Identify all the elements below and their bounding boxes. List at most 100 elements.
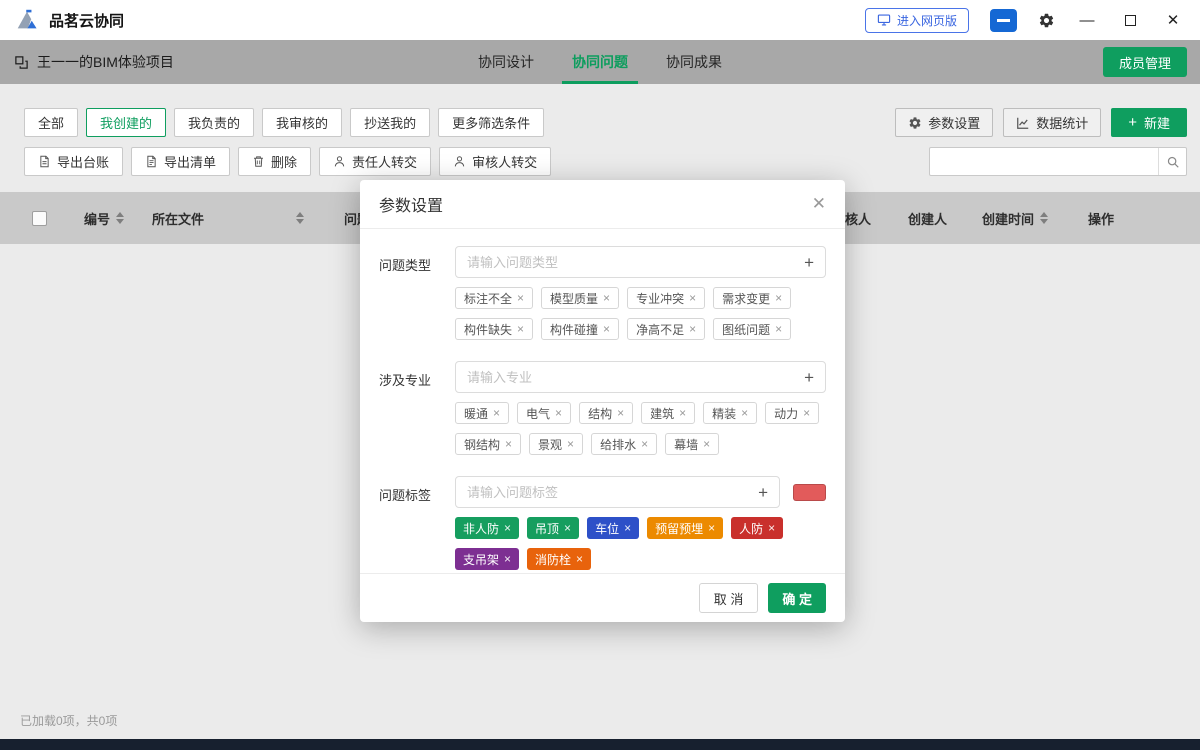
tag-remove-icon[interactable]: × xyxy=(775,291,782,305)
add-icon[interactable]: + xyxy=(804,369,814,386)
tag[interactable]: 净高不足× xyxy=(627,318,705,340)
enter-web-version-button[interactable]: 进入网页版 xyxy=(865,8,969,33)
column-header-create-time[interactable]: 创建时间 xyxy=(982,192,1048,244)
colored-tag[interactable]: 消防栓× xyxy=(527,548,591,570)
window-maximize-button[interactable] xyxy=(1119,8,1141,32)
issue-tag-input[interactable] xyxy=(467,485,750,500)
colored-tag[interactable]: 吊顶× xyxy=(527,517,579,539)
tag-color-swatch[interactable] xyxy=(793,484,826,501)
tag-remove-icon[interactable]: × xyxy=(741,406,748,420)
more-filters-button[interactable]: 更多筛选条件 xyxy=(438,108,544,137)
delete-button[interactable]: 删除 xyxy=(238,147,311,176)
tag-remove-icon[interactable]: × xyxy=(603,291,610,305)
tag[interactable]: 暖通× xyxy=(455,402,509,424)
export-list-button[interactable]: 导出清单 xyxy=(131,147,230,176)
tag[interactable]: 模型质量× xyxy=(541,287,619,309)
add-icon[interactable]: + xyxy=(804,254,814,271)
param-settings-button[interactable]: 参数设置 xyxy=(895,108,993,137)
window-minimize-button[interactable]: — xyxy=(1076,8,1098,32)
tab-collab-results[interactable]: 协同成果 xyxy=(664,40,724,84)
colored-tag[interactable]: 车位× xyxy=(587,517,639,539)
filter-tab-my-responsibility[interactable]: 我负责的 xyxy=(174,108,254,137)
tag-remove-icon[interactable]: × xyxy=(603,322,610,336)
tab-collab-design[interactable]: 协同设计 xyxy=(476,40,536,84)
data-statistics-button[interactable]: 数据统计 xyxy=(1003,108,1101,137)
tag-remove-icon[interactable]: × xyxy=(689,291,696,305)
blue-panel-icon[interactable] xyxy=(990,9,1017,32)
tag-remove-icon[interactable]: × xyxy=(641,437,648,451)
tag[interactable]: 结构× xyxy=(579,402,633,424)
column-header-file[interactable]: 所在文件 xyxy=(152,192,204,244)
colored-tag[interactable]: 预留预埋× xyxy=(647,517,723,539)
tag-remove-icon[interactable]: × xyxy=(517,291,524,305)
transfer-responsible-button[interactable]: 责任人转交 xyxy=(319,147,431,176)
tab-collab-issues[interactable]: 协同问题 xyxy=(570,40,630,84)
colored-tag[interactable]: 支吊架× xyxy=(455,548,519,570)
tag-remove-icon[interactable]: × xyxy=(617,406,624,420)
tag[interactable]: 电气× xyxy=(517,402,571,424)
tag-remove-icon[interactable]: × xyxy=(624,521,631,535)
member-manage-button[interactable]: 成员管理 xyxy=(1103,47,1187,77)
filter-tab-my-review[interactable]: 我审核的 xyxy=(262,108,342,137)
tag-remove-icon[interactable]: × xyxy=(679,406,686,420)
tag-remove-icon[interactable]: × xyxy=(703,437,710,451)
export-ledger-button[interactable]: 导出台账 xyxy=(24,147,123,176)
select-all-checkbox[interactable] xyxy=(32,211,47,226)
tag-remove-icon[interactable]: × xyxy=(567,437,574,451)
new-issue-button[interactable]: + 新建 xyxy=(1111,108,1187,137)
filter-tab-created-by-me[interactable]: 我创建的 xyxy=(86,108,166,137)
tag[interactable]: 标注不全× xyxy=(455,287,533,309)
tag-remove-icon[interactable]: × xyxy=(689,322,696,336)
project-switch-icon[interactable] xyxy=(14,55,29,70)
tag-remove-icon[interactable]: × xyxy=(775,322,782,336)
tag[interactable]: 动力× xyxy=(765,402,819,424)
tag-remove-icon[interactable]: × xyxy=(564,521,571,535)
colored-tag[interactable]: 非人防× xyxy=(455,517,519,539)
action-bar: 导出台账 导出清单 删除 责任人转交 审核人转交 xyxy=(24,147,551,176)
section-issue-type: 问题类型 + 标注不全× 模型质量× 专业冲突× 需求变更× 构件缺失× 构件 xyxy=(379,246,826,340)
tag[interactable]: 构件缺失× xyxy=(455,318,533,340)
tag[interactable]: 构件碰撞× xyxy=(541,318,619,340)
tag-row: 构件缺失× 构件碰撞× 净高不足× 图纸问题× xyxy=(455,318,826,340)
colored-tag[interactable]: 人防× xyxy=(731,517,783,539)
confirm-button[interactable]: 确 定 xyxy=(768,583,826,613)
search-icon[interactable] xyxy=(1158,148,1186,175)
issue-type-input[interactable] xyxy=(467,255,796,270)
tag[interactable]: 需求变更× xyxy=(713,287,791,309)
tag[interactable]: 精装× xyxy=(703,402,757,424)
tag-remove-icon[interactable]: × xyxy=(493,406,500,420)
tag-remove-icon[interactable]: × xyxy=(517,322,524,336)
sort-icon-file[interactable] xyxy=(296,192,304,244)
tag[interactable]: 给排水× xyxy=(591,433,657,455)
window-close-button[interactable]: ✕ xyxy=(1162,8,1184,32)
param-settings-dialog: 参数设置 ✕ 问题类型 + 标注不全× 模型质量× 专业冲突× 需求变更× xyxy=(360,180,845,622)
tag-remove-icon[interactable]: × xyxy=(504,521,511,535)
tag-remove-icon[interactable]: × xyxy=(768,521,775,535)
tag-remove-icon[interactable]: × xyxy=(555,406,562,420)
tag-remove-icon[interactable]: × xyxy=(505,437,512,451)
plus-icon: + xyxy=(1128,114,1137,131)
tag[interactable]: 图纸问题× xyxy=(713,318,791,340)
tag[interactable]: 幕墙× xyxy=(665,433,719,455)
discipline-input[interactable] xyxy=(467,370,796,385)
tag-remove-icon[interactable]: × xyxy=(504,552,511,566)
tag[interactable]: 景观× xyxy=(529,433,583,455)
tag-remove-icon[interactable]: × xyxy=(576,552,583,566)
dialog-close-icon[interactable]: ✕ xyxy=(812,194,826,214)
app-title: 品茗云协同 xyxy=(49,10,124,31)
tag[interactable]: 钢结构× xyxy=(455,433,521,455)
tag[interactable]: 建筑× xyxy=(641,402,695,424)
tag-remove-icon[interactable]: × xyxy=(708,521,715,535)
settings-gear-icon[interactable] xyxy=(1038,12,1055,29)
add-icon[interactable]: + xyxy=(758,484,768,501)
filter-tab-cc-me[interactable]: 抄送我的 xyxy=(350,108,430,137)
tag-row: 非人防× 吊顶× 车位× 预留预埋× 人防× xyxy=(455,517,826,539)
search-input[interactable] xyxy=(930,154,1158,169)
filter-tab-all[interactable]: 全部 xyxy=(24,108,78,137)
column-header-number[interactable]: 编号 xyxy=(84,192,124,244)
cancel-button[interactable]: 取 消 xyxy=(699,583,759,613)
tag-remove-icon[interactable]: × xyxy=(803,406,810,420)
transfer-reviewer-button[interactable]: 审核人转交 xyxy=(439,147,551,176)
tag[interactable]: 专业冲突× xyxy=(627,287,705,309)
issue-type-inputbox: + xyxy=(455,246,826,278)
